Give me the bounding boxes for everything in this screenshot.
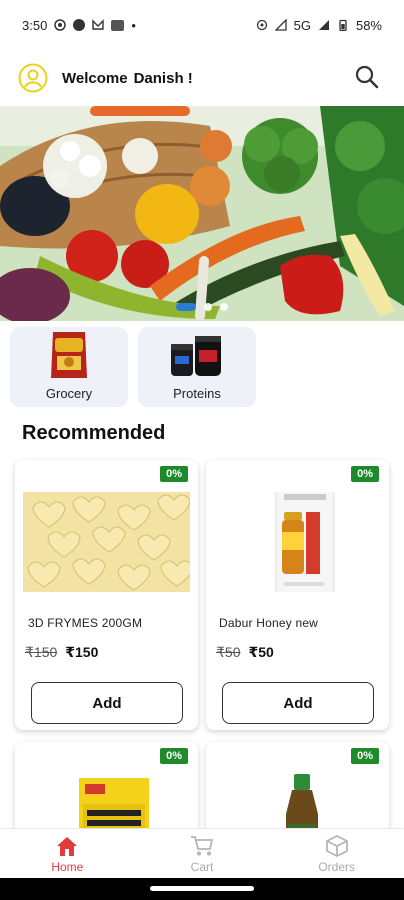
battery-icon — [339, 19, 347, 31]
status-left: 3:50 • — [22, 18, 136, 33]
carousel-dot-1[interactable] — [176, 303, 196, 311]
vegetables-image — [0, 106, 404, 321]
protein-tubs-image — [171, 336, 221, 376]
carousel-indicator[interactable] — [0, 303, 404, 311]
nav-label: Home — [51, 859, 84, 874]
product-mrp: ₹50 — [216, 644, 241, 660]
notification-app-icon — [54, 19, 67, 31]
box-icon — [325, 834, 348, 857]
nav-label: Orders — [318, 859, 356, 874]
more-notifications-icon: • — [131, 17, 136, 33]
home-icon — [57, 836, 78, 856]
product-image-honey — [214, 492, 381, 592]
nav-label: Cart — [190, 859, 214, 874]
home-gesture-handle[interactable] — [150, 886, 254, 891]
avatar[interactable] — [18, 63, 48, 93]
battery-level: 58% — [355, 17, 382, 33]
product-price: ₹150 ₹150 — [25, 644, 98, 661]
carousel-dot-2[interactable] — [204, 303, 212, 311]
recommended-title: Recommended — [22, 422, 166, 444]
add-to-cart-button[interactable]: Add — [222, 682, 374, 724]
signal-2-icon — [318, 20, 329, 30]
welcome-label: Welcome — [62, 69, 128, 87]
product-name: Dabur Honey new — [219, 616, 319, 630]
product-image-frymes — [23, 492, 190, 592]
nav-cart[interactable]: Cart — [135, 829, 270, 879]
nav-home[interactable]: Home — [0, 829, 135, 879]
product-name: 3D FRYMES 200GM — [28, 616, 143, 630]
category-label: Grocery — [45, 386, 93, 401]
gesture-bar — [0, 878, 404, 900]
carousel-dot-3[interactable] — [220, 303, 228, 311]
nav-orders[interactable]: Orders — [269, 829, 404, 879]
grocery-pack-image — [51, 332, 87, 378]
product-card[interactable]: 0% 3D FRYMES 200GM ₹150 ₹150 Add — [15, 460, 198, 730]
product-sale-price: ₹50 — [248, 644, 274, 660]
promo-banner[interactable] — [0, 106, 404, 321]
product-mrp: ₹150 — [25, 644, 58, 660]
signal-icon — [274, 19, 287, 31]
discount-badge: 0% — [351, 748, 379, 764]
hotspot-icon — [256, 19, 267, 31]
bottom-navigation: Home Cart Orders — [0, 828, 404, 879]
user-name: Danish ! — [133, 69, 193, 87]
category-label: Proteins — [173, 386, 221, 401]
search-icon[interactable] — [354, 64, 380, 90]
category-list: Grocery Proteins — [10, 327, 256, 407]
category-proteins[interactable]: Proteins — [138, 327, 256, 407]
category-grocery[interactable]: Grocery — [10, 327, 128, 407]
app-header: Welcome Danish ! — [0, 56, 404, 100]
cart-icon — [191, 835, 214, 855]
product-sale-price: ₹150 — [65, 644, 99, 660]
app-notification-icon — [111, 19, 125, 31]
discount-badge: 0% — [160, 748, 188, 764]
welcome-text: Welcome Danish ! — [62, 70, 193, 87]
status-bar: 3:50 • 5G 58% — [0, 0, 404, 50]
product-card[interactable]: 0% Dabur Honey new ₹50 ₹50 Add — [206, 460, 389, 730]
product-price: ₹50 ₹50 — [216, 644, 274, 661]
discount-badge: 0% — [351, 466, 379, 482]
network-type: 5G — [293, 17, 311, 33]
notification-dot-icon — [73, 19, 86, 31]
status-right: 5G 58% — [256, 18, 382, 33]
gmail-icon — [92, 19, 105, 30]
discount-badge: 0% — [160, 466, 188, 482]
add-to-cart-button[interactable]: Add — [31, 682, 183, 724]
status-time: 3:50 — [22, 17, 48, 33]
